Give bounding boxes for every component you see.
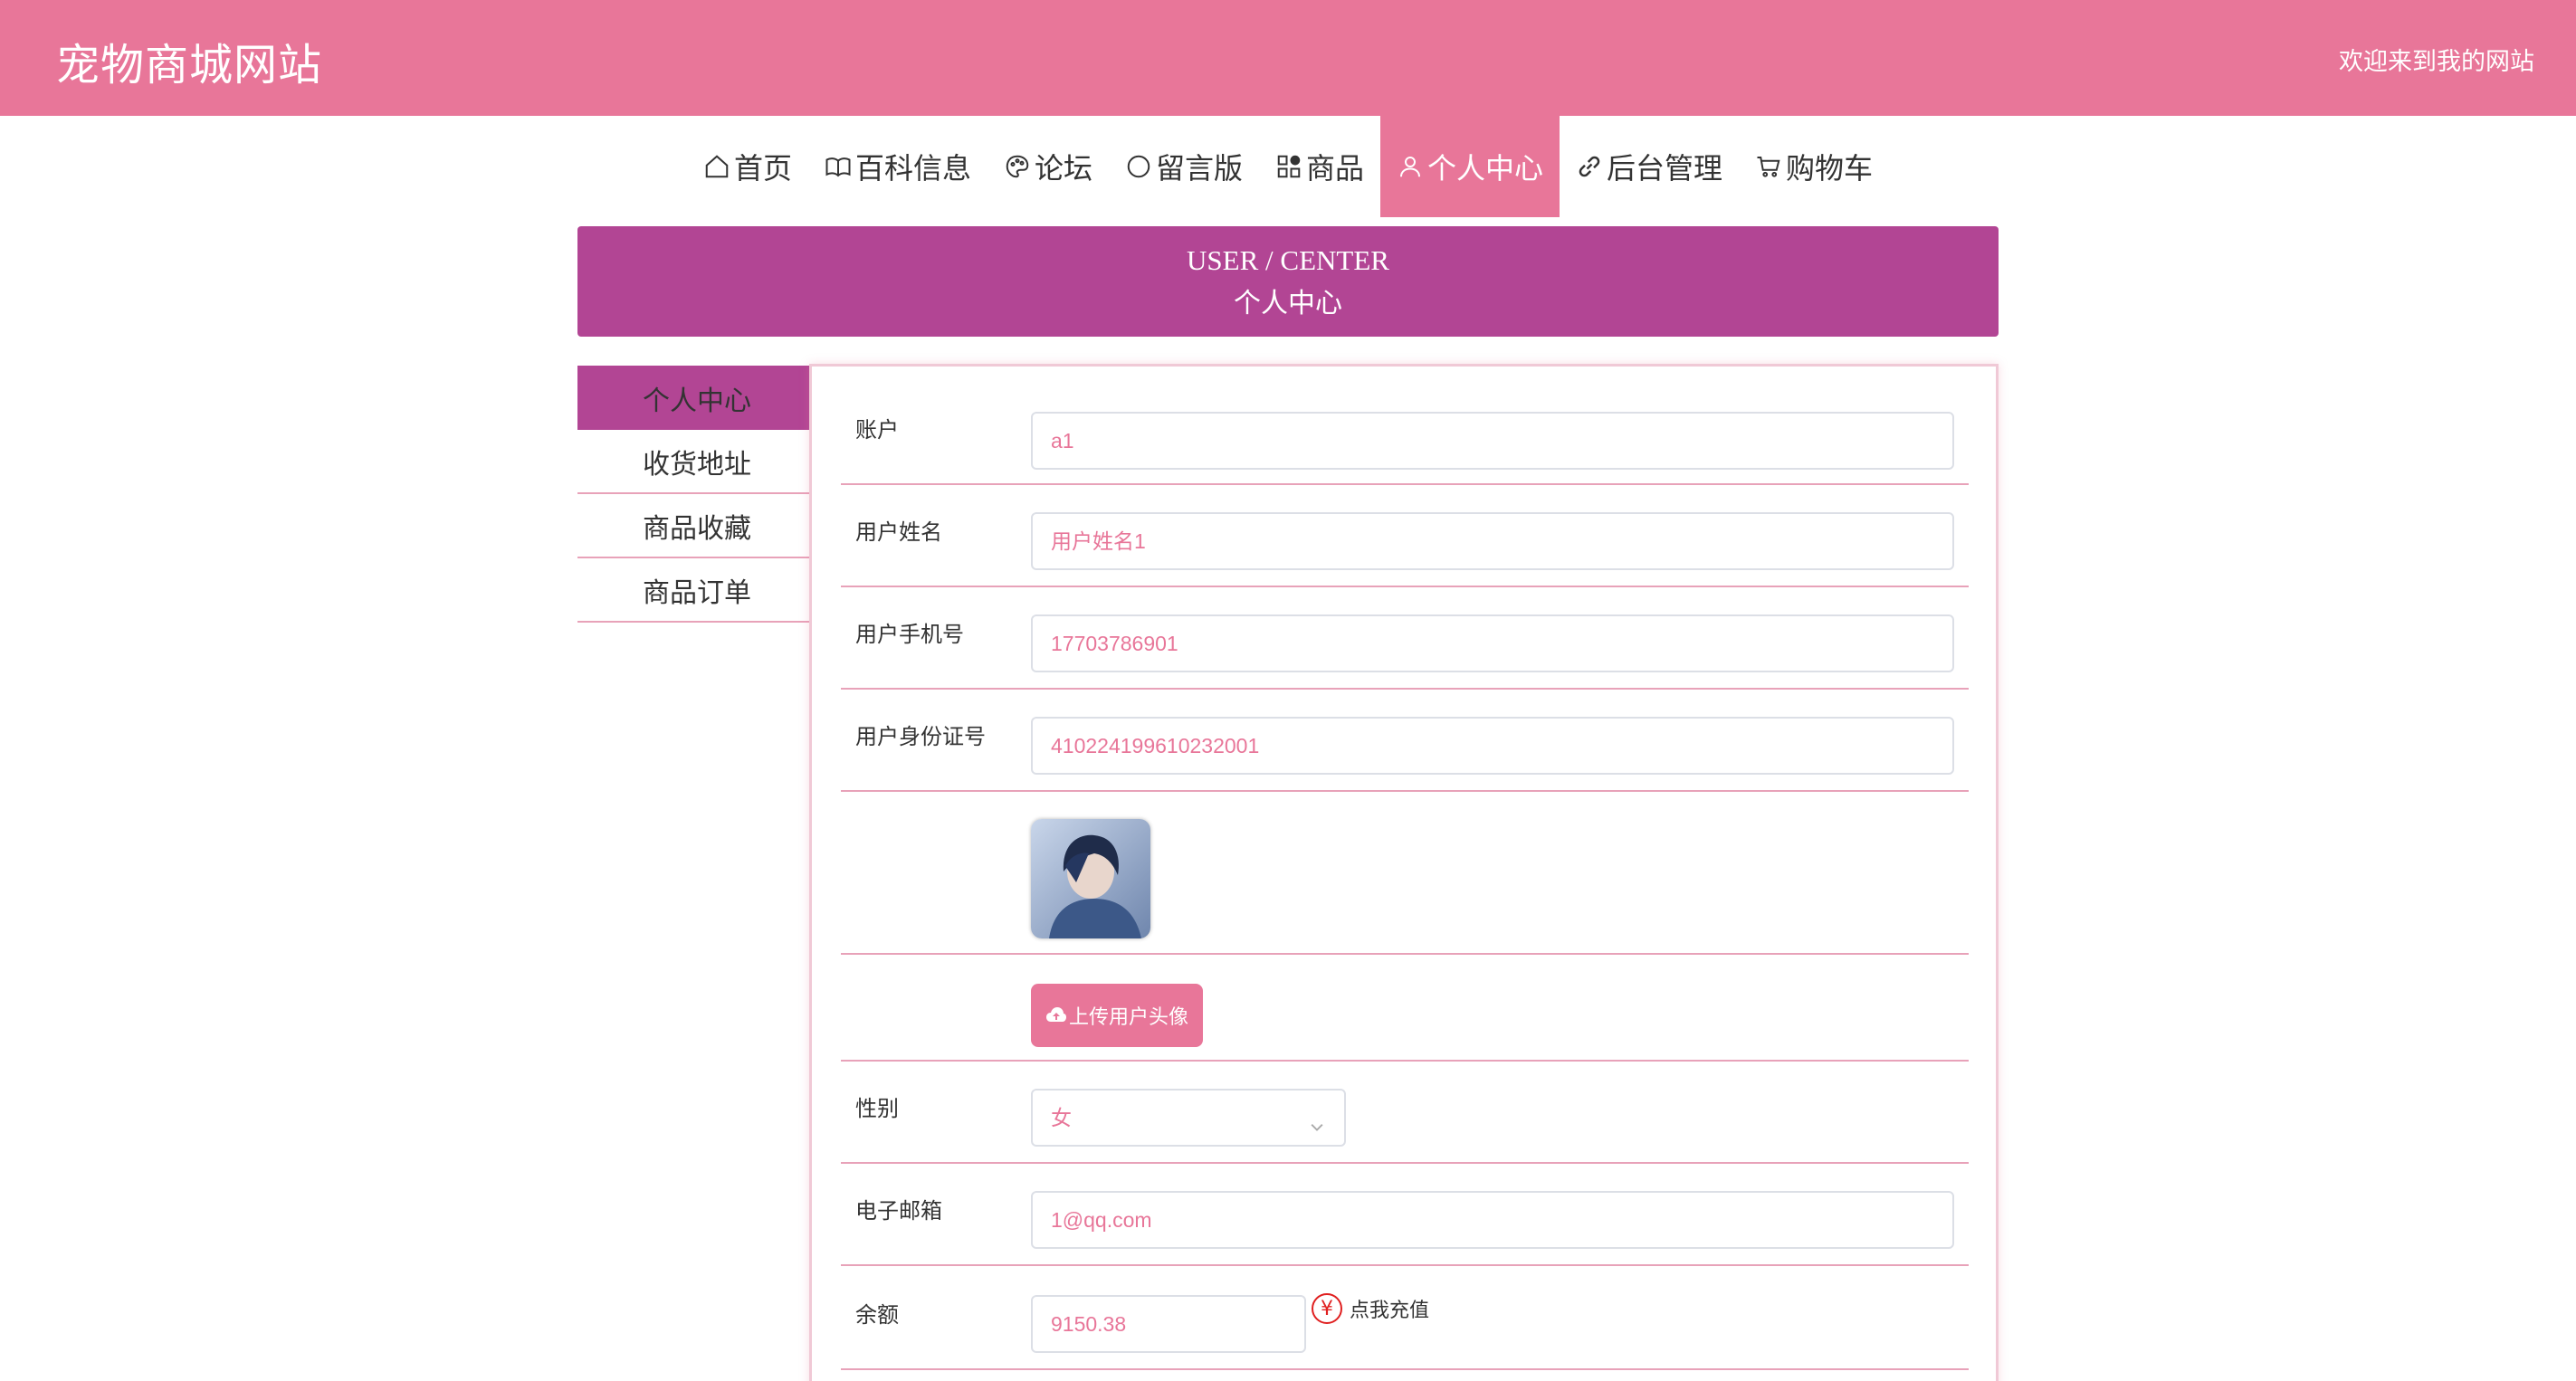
upload-avatar-label: 上传用户头像 bbox=[1068, 1006, 1188, 1029]
nav-label: 购物车 bbox=[1786, 151, 1874, 186]
nav-item-goods[interactable]: 商品 bbox=[1259, 116, 1380, 217]
banner-title-cn: 个人中心 bbox=[1234, 289, 1342, 319]
nav-item-encyclopedia[interactable]: 百科信息 bbox=[808, 116, 987, 217]
grid-icon bbox=[1275, 153, 1302, 180]
nav-label: 后台管理 bbox=[1607, 151, 1723, 186]
recharge-label: 点我充值 bbox=[1350, 1300, 1430, 1322]
nav-item-guestbook[interactable]: 留言版 bbox=[1109, 116, 1259, 217]
palette-icon bbox=[1004, 153, 1031, 180]
chevron-down-icon bbox=[1304, 1105, 1330, 1131]
form-row-name: 用户姓名 用户姓名1 bbox=[841, 485, 1969, 587]
upload-avatar-button[interactable]: 上传用户头像 bbox=[1031, 984, 1203, 1047]
form-row-idcard: 用户身份证号 410224199610232001 bbox=[841, 690, 1969, 792]
nav-item-cart[interactable]: 购物车 bbox=[1739, 116, 1889, 217]
home-icon bbox=[703, 153, 730, 180]
top-header: 宠物商城网站 欢迎来到我的网站 bbox=[0, 0, 2576, 116]
main-nav: 首页 百科信息 论坛 留言版 商品 个人中心 后台管理 购物车 bbox=[0, 116, 2576, 217]
nav-label: 百科信息 bbox=[854, 151, 971, 186]
nav-item-home[interactable]: 首页 bbox=[687, 116, 808, 217]
nav-item-admin[interactable]: 后台管理 bbox=[1560, 116, 1739, 217]
sidebar-item-orders[interactable]: 商品订单 bbox=[577, 558, 809, 623]
email-input[interactable]: 1@qq.com bbox=[1031, 1191, 1954, 1249]
idcard-input[interactable]: 410224199610232001 bbox=[1031, 717, 1954, 775]
phone-input[interactable]: 17703786901 bbox=[1031, 614, 1954, 672]
banner-title-en: USER / CENTER bbox=[1187, 244, 1389, 276]
form-row-email: 电子邮箱 1@qq.com bbox=[841, 1164, 1969, 1266]
nav-label: 商品 bbox=[1306, 151, 1365, 186]
sidebar-item-favorites[interactable]: 商品收藏 bbox=[577, 494, 809, 558]
site-title: 宠物商城网站 bbox=[56, 40, 323, 90]
form-row-upload: 上传用户头像 bbox=[841, 955, 1969, 1062]
cart-icon bbox=[1755, 153, 1782, 180]
nav-item-forum[interactable]: 论坛 bbox=[987, 116, 1109, 217]
gender-selected-value: 女 bbox=[1051, 1106, 1072, 1129]
balance-input[interactable]: 9150.38 bbox=[1031, 1295, 1306, 1353]
gender-select[interactable]: 女 bbox=[1031, 1089, 1346, 1147]
link-icon bbox=[1576, 153, 1603, 180]
form-row-gender: 性别 女 bbox=[841, 1062, 1969, 1164]
yen-icon: ¥ bbox=[1312, 1293, 1342, 1324]
account-input[interactable]: a1 bbox=[1031, 412, 1954, 470]
sidebar-item-address[interactable]: 收货地址 bbox=[577, 430, 809, 494]
user-icon bbox=[1397, 153, 1424, 180]
form-row-phone: 用户手机号 17703786901 bbox=[841, 587, 1969, 690]
form-row-account: 账户 a1 bbox=[841, 367, 1969, 485]
nav-item-user-center[interactable]: 个人中心 bbox=[1380, 116, 1560, 217]
section-banner: USER / CENTER 个人中心 bbox=[577, 226, 1999, 337]
email-label: 电子邮箱 bbox=[855, 1198, 942, 1224]
avatar bbox=[1031, 819, 1150, 938]
name-label: 用户姓名 bbox=[855, 519, 942, 545]
user-sidebar: 个人中心 收货地址 商品收藏 商品订单 bbox=[577, 366, 809, 623]
balance-label: 余额 bbox=[855, 1302, 899, 1328]
profile-form: 账户 a1 用户姓名 用户姓名1 用户手机号 17703786901 用户身份证… bbox=[809, 364, 1999, 1381]
phone-label: 用户手机号 bbox=[855, 622, 964, 647]
nav-label: 个人中心 bbox=[1427, 151, 1544, 186]
name-input[interactable]: 用户姓名1 bbox=[1031, 512, 1954, 570]
form-row-balance: 余额 9150.38 ¥ 点我充值 bbox=[841, 1266, 1969, 1370]
recharge-link[interactable]: ¥ 点我充值 bbox=[1312, 1293, 1429, 1324]
idcard-label: 用户身份证号 bbox=[855, 724, 986, 749]
nav-label: 留言版 bbox=[1155, 151, 1243, 186]
book-icon bbox=[825, 153, 852, 180]
account-label: 账户 bbox=[855, 417, 899, 443]
gender-label: 性别 bbox=[855, 1096, 899, 1121]
nav-label: 首页 bbox=[733, 151, 792, 186]
sidebar-item-user-center[interactable]: 个人中心 bbox=[577, 366, 809, 430]
welcome-text: 欢迎来到我的网站 bbox=[2339, 48, 2534, 76]
form-row-avatar bbox=[841, 792, 1969, 955]
nav-label: 论坛 bbox=[1034, 151, 1092, 186]
chat-bubble-icon bbox=[1125, 153, 1152, 180]
cloud-upload-icon bbox=[1045, 1005, 1067, 1026]
